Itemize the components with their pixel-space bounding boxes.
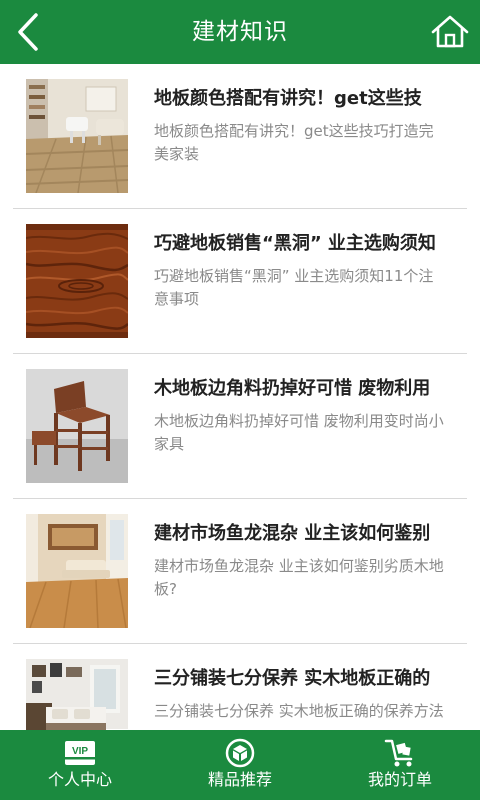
article-title: 三分铺装七分保养 实木地板正确的 xyxy=(154,668,431,689)
page-title: 建材知识 xyxy=(192,19,288,45)
article-summary: 三分铺装七分保养 实木地板正确的保养方法 xyxy=(154,702,444,720)
tab-personal-center[interactable]: VIP 个人中心 xyxy=(0,730,160,800)
wood-grain-photo xyxy=(26,224,128,338)
home-button[interactable] xyxy=(430,12,470,52)
tab-label: 我的订单 xyxy=(367,770,432,789)
article-summary: 地板颜色搭配有讲究！get这些技巧打造完美家装 xyxy=(154,122,434,163)
svg-text:VIP: VIP xyxy=(72,746,88,757)
article-title: 建材市场鱼龙混杂 业主该如何鉴别 xyxy=(154,523,431,544)
app-root: 建材知识 地板颜色搭配有讲究！get这些技 地板颜色搭配有讲究！get这些技巧打… xyxy=(0,0,480,800)
tab-recommended[interactable]: 精品推荐 xyxy=(160,730,320,800)
article-title: 巧避地板销售“黑洞” 业主选购须知 xyxy=(154,233,436,254)
vip-card-icon: VIP xyxy=(65,741,95,765)
article-title: 木地板边角料扔掉好可惜 废物利用 xyxy=(154,378,431,399)
tab-my-orders[interactable]: 我的订单 xyxy=(320,730,480,800)
interior-room-photo xyxy=(26,514,128,628)
cube-icon xyxy=(225,738,255,768)
top-bar: 建材知识 xyxy=(0,0,480,64)
article-list: 地板颜色搭配有讲究！get这些技 地板颜色搭配有讲究！get这些技巧打造完美家装 xyxy=(0,64,480,730)
article-summary: 建材市场鱼龙混杂 业主该如何鉴别劣质木地板? xyxy=(154,557,444,598)
list-item[interactable]: 巧避地板销售“黑洞” 业主选购须知 巧避地板销售“黑洞” 业主选购须知11个注意… xyxy=(13,209,467,354)
tab-label: 个人中心 xyxy=(47,770,112,789)
bottom-tab-bar: VIP 个人中心 精品推荐 我的订单 xyxy=(0,730,480,800)
living-room-photo xyxy=(26,79,128,193)
list-item[interactable]: 建材市场鱼龙混杂 业主该如何鉴别 建材市场鱼龙混杂 业主该如何鉴别劣质木地板? xyxy=(13,499,467,644)
article-summary: 巧避地板销售“黑洞” 业主选购须知11个注意事项 xyxy=(154,267,434,308)
list-item[interactable]: 地板颜色搭配有讲究！get这些技 地板颜色搭配有讲究！get这些技巧打造完美家装 xyxy=(13,64,467,209)
article-title: 地板颜色搭配有讲究！get这些技 xyxy=(154,88,422,109)
home-icon xyxy=(431,15,469,48)
article-summary: 木地板边角料扔掉好可惜 废物利用变时尚小家具 xyxy=(154,412,444,453)
list-item[interactable]: 三分铺装七分保养 实木地板正确的 三分铺装七分保养 实木地板正确的保养方法 xyxy=(13,644,467,730)
cart-icon xyxy=(384,739,413,767)
tab-label: 精品推荐 xyxy=(207,770,272,789)
list-item[interactable]: 木地板边角料扔掉好可惜 废物利用 木地板边角料扔掉好可惜 废物利用变时尚小家具 xyxy=(13,354,467,499)
bedroom-photo xyxy=(26,659,128,730)
wood-chair-photo xyxy=(26,369,128,483)
